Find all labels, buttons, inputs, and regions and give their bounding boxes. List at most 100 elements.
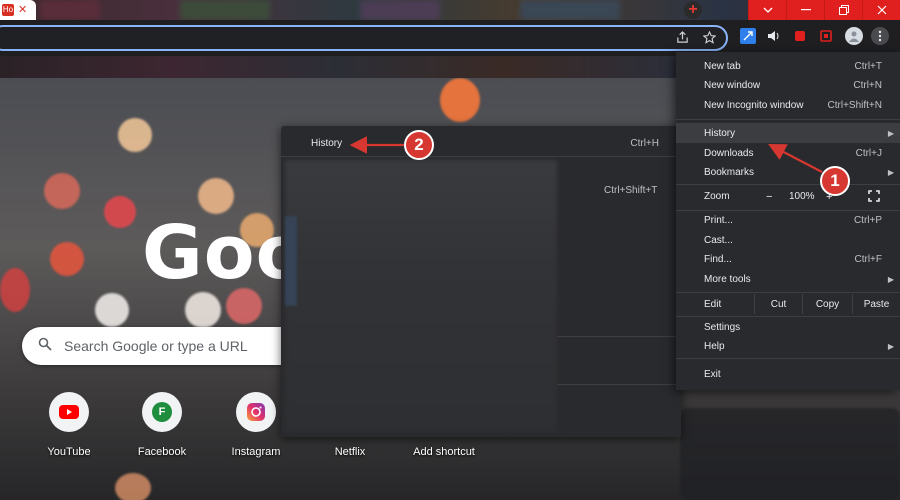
divider (557, 384, 681, 385)
omnibox-icons (676, 30, 717, 47)
bookmark-star-icon[interactable] (702, 30, 717, 47)
menu-item-label: Find... (704, 253, 732, 265)
facebook-icon: F (142, 392, 182, 432)
shortcut-text: Ctrl+T (854, 60, 883, 72)
blurred-tab (360, 0, 440, 20)
chrome-menu-button[interactable] (871, 27, 889, 45)
menu-edit-row: Edit Cut Copy Paste (676, 294, 900, 314)
blurred-tab (180, 0, 270, 20)
record-icon[interactable] (792, 28, 808, 44)
menu-separator (676, 292, 900, 293)
chrome-main-menu: New tab Ctrl+T New window Ctrl+N New Inc… (676, 52, 900, 390)
menu-item-label: History (704, 127, 736, 139)
history-submenu: History Ctrl+H Ctrl+Shift+T (281, 126, 681, 437)
profile-avatar-icon[interactable] (845, 27, 863, 45)
menu-item-bookmarks[interactable]: Bookmarks ▶ (676, 162, 900, 182)
menu-item-new-window[interactable]: New window Ctrl+N (676, 75, 900, 95)
share-icon[interactable] (676, 31, 689, 47)
bokeh-light (185, 292, 221, 328)
menu-item-help[interactable]: Help ▶ (676, 336, 900, 356)
shortcut-facebook[interactable]: F Facebook (117, 392, 207, 458)
zoom-out-button[interactable]: − (766, 191, 772, 203)
restore-icon[interactable] (824, 0, 862, 20)
copy-button[interactable]: Copy (802, 294, 852, 314)
blurred-history-list (285, 160, 557, 432)
toolbar (0, 20, 900, 56)
bokeh-light (440, 78, 480, 122)
bokeh-light (104, 196, 136, 228)
bokeh-light (0, 268, 30, 312)
menu-item-downloads[interactable]: Downloads Ctrl+J (676, 143, 900, 163)
new-tab-button[interactable]: + (681, 0, 705, 20)
menu-item-label: Zoom (704, 191, 730, 202)
menu-item-settings[interactable]: Settings (676, 317, 900, 337)
menu-separator (676, 119, 900, 120)
shortcut-label: Facebook (137, 446, 187, 458)
tab-strip: Ho ✕ + (0, 0, 900, 20)
menu-item-exit[interactable]: Exit (676, 364, 900, 384)
menu-item-label: Exit (704, 368, 721, 380)
shortcut-text: Ctrl+H (630, 137, 659, 149)
menu-item-label: New Incognito window (704, 99, 804, 111)
speaker-icon[interactable] (766, 28, 782, 44)
shortcut-label: Netflix (334, 446, 366, 458)
shortcut-youtube[interactable]: YouTube (24, 392, 114, 458)
menu-zoom-row: Zoom − 100% + (676, 186, 900, 208)
shortcut-text: Ctrl+Shift+T (604, 185, 658, 196)
submenu-arrow-icon: ▶ (887, 167, 894, 177)
search-input[interactable] (64, 338, 284, 354)
three-dots-icon (878, 30, 882, 42)
minimize-icon[interactable] (786, 0, 824, 20)
menu-item-more-tools[interactable]: More tools ▶ (676, 269, 900, 289)
tab-close-icon[interactable]: ✕ (18, 4, 27, 16)
blurred-tab (520, 0, 620, 20)
shortcut-text: Ctrl+N (853, 79, 882, 91)
menu-separator (676, 184, 900, 185)
chevron-down-icon[interactable] (748, 0, 786, 20)
active-tab[interactable]: Ho ✕ (0, 0, 36, 20)
menu-item-print[interactable]: Print... Ctrl+P (676, 210, 900, 230)
fullscreen-icon[interactable] (868, 190, 880, 205)
annotation-badge-1: 1 (820, 166, 850, 196)
shortcut-text: Ctrl+F (854, 253, 883, 265)
shortcut-text: Ctrl+P (853, 214, 882, 226)
menu-item-new-incognito-window[interactable]: New Incognito window Ctrl+Shift+N (676, 95, 900, 115)
bokeh-light (44, 173, 80, 209)
bokeh-light (198, 178, 234, 214)
shortcut-text: Ctrl+Shift+N (827, 99, 882, 111)
menu-item-label: New window (704, 79, 761, 91)
bokeh-light (50, 242, 84, 276)
zoom-level: 100% (789, 191, 815, 202)
annotation-badge-2: 2 (404, 130, 434, 160)
submenu-history-item[interactable]: History Ctrl+H (281, 132, 681, 154)
submenu-history-label: History (311, 137, 343, 149)
menu-item-label: Print... (704, 214, 733, 226)
submenu-arrow-icon: ▶ (887, 341, 894, 351)
close-icon[interactable] (862, 0, 900, 20)
extension-icon[interactable] (740, 28, 756, 44)
paste-button[interactable]: Paste (852, 294, 900, 314)
menu-item-label: Cast... (704, 234, 733, 246)
bookmarks-bar (0, 56, 676, 78)
shortcut-label: YouTube (47, 446, 91, 458)
window-controls (748, 0, 900, 20)
menu-item-label: New tab (704, 60, 741, 72)
menu-item-find[interactable]: Find... Ctrl+F (676, 249, 900, 269)
bokeh-light (115, 473, 151, 500)
menu-item-history[interactable]: History ▶ (676, 123, 900, 143)
tab-favicon: Ho (2, 4, 14, 16)
menu-item-new-tab[interactable]: New tab Ctrl+T (676, 56, 900, 76)
instagram-icon (236, 392, 276, 432)
shortcut-text: Ctrl+J (855, 147, 882, 159)
divider (281, 156, 681, 157)
menu-item-cast[interactable]: Cast... (676, 230, 900, 250)
shortcut-label: Instagram (231, 446, 281, 458)
blurred-history-list (285, 216, 297, 306)
menu-separator (676, 358, 900, 359)
blurred-tab (40, 0, 100, 20)
address-bar[interactable] (0, 25, 728, 51)
screen-capture-icon[interactable] (818, 28, 834, 44)
cut-button[interactable]: Cut (754, 294, 802, 314)
bokeh-light (118, 118, 152, 152)
youtube-icon (49, 392, 89, 432)
